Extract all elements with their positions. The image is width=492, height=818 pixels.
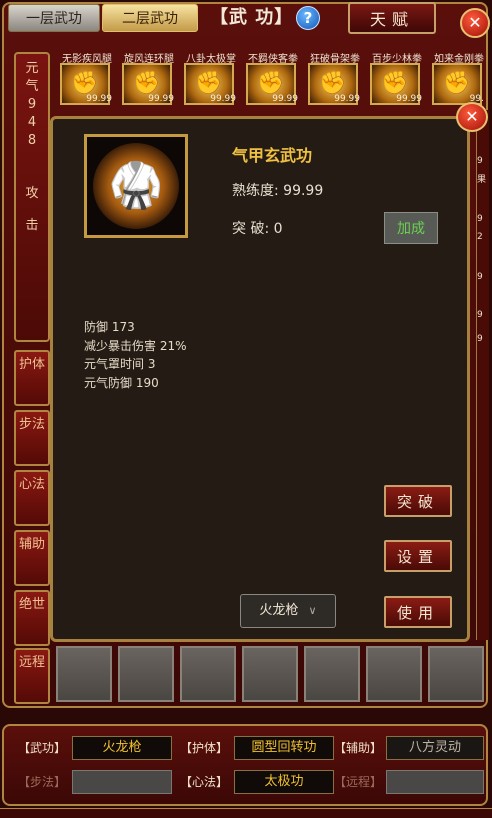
skill-slot[interactable]: 八卦太极掌 ✊ 99.99: [180, 50, 238, 108]
settings-button[interactable]: 设置: [384, 540, 452, 572]
empty-slot[interactable]: [304, 646, 360, 702]
skill-slot[interactable]: 旋风连环腿 ✊ 99.99: [118, 50, 176, 108]
stat-line: 元气罩时间 3: [84, 357, 156, 371]
right-edge-number: 9: [477, 156, 483, 166]
slot-row: [56, 646, 488, 704]
equip-label-huti: 【护体】: [180, 741, 229, 755]
equip-label-bufa: 【步法】: [18, 775, 67, 789]
skill-slot[interactable]: 无影疾风腿 ✊ 99.99: [56, 50, 114, 108]
skill-slot[interactable]: 不羁侠客拳 ✊ 99.99: [242, 50, 300, 108]
proficiency-text: 熟练度: 99.99: [232, 183, 324, 199]
yuanqi-char: 9: [27, 97, 37, 112]
skill-slot[interactable]: 狂破骨架拳 ✊ 99.99: [304, 50, 362, 108]
equip-label-wugong: 【武功】: [18, 741, 67, 755]
stat-line: 防御 173: [84, 320, 135, 334]
skill-value: 99.99: [86, 94, 112, 104]
right-edge-number: 9: [477, 272, 483, 282]
equip-value-bufa[interactable]: [72, 770, 172, 794]
equip-value-wugong[interactable]: 火龙枪: [72, 736, 172, 760]
weapon-select[interactable]: 火龙枪 ∨: [240, 594, 336, 628]
close-icon[interactable]: ✕: [456, 102, 488, 132]
empty-slot[interactable]: [366, 646, 422, 702]
skill-value: 99.99: [148, 94, 174, 104]
equip-label-xinfa: 【心法】: [180, 775, 229, 789]
right-edge-number: 果: [477, 175, 487, 185]
right-edge-number: 9: [477, 334, 483, 344]
sidebar-item-fuzhu[interactable]: 辅助: [14, 530, 50, 586]
right-edge-number: 9: [477, 214, 483, 224]
equip-value-fuzhu[interactable]: 八方灵动: [386, 736, 484, 760]
close-icon[interactable]: ✕: [460, 8, 490, 38]
skill-slot[interactable]: 百步少林拳 ✊ 99.99: [366, 50, 424, 108]
equip-value-xinfa[interactable]: 太极功: [234, 770, 334, 794]
tab-layer-one[interactable]: 一层武功: [8, 4, 100, 32]
skill-slot[interactable]: 如来金刚拳 ✊ 99.: [428, 50, 486, 108]
empty-slot[interactable]: [56, 646, 112, 702]
attack-char: 攻: [25, 186, 39, 201]
skill-strip: 无影疾风腿 ✊ 99.99 旋风连环腿 ✊ 99.99 八卦太极掌 ✊ 99.9…: [56, 50, 486, 108]
equipment-row: 【步法】 【心法】 太极功 【远程】: [18, 770, 484, 794]
equip-value-huti[interactable]: 圆型回转功: [234, 736, 334, 760]
equip-label-yuancheng: 【远程】: [334, 775, 383, 789]
sidebar-item-bufa[interactable]: 步法: [14, 410, 50, 466]
sidebar-item-xinfa[interactable]: 心法: [14, 470, 50, 526]
empty-slot[interactable]: [428, 646, 484, 702]
empty-slot[interactable]: [242, 646, 298, 702]
yuanqi-char: 气: [25, 79, 39, 94]
yuanqi-char: 8: [27, 133, 37, 148]
sidebar-item-yuancheng[interactable]: 远程: [14, 648, 50, 704]
yuanqi-char: 4: [27, 115, 37, 130]
equip-label-fuzhu: 【辅助】: [334, 741, 383, 755]
equip-value-yuancheng[interactable]: [386, 770, 484, 794]
page-title: 【武 功】: [210, 7, 294, 28]
right-edge-column: [476, 110, 489, 640]
tianfu-button[interactable]: 天赋: [348, 2, 436, 34]
yuanqi-char: 元: [25, 61, 39, 76]
breakthrough-text: 突 破: 0: [232, 221, 283, 237]
skill-value: 99.99: [396, 94, 422, 104]
help-icon[interactable]: ?: [296, 6, 320, 30]
stat-line: 元气防御 190: [84, 375, 159, 390]
chevron-down-icon: ∨: [308, 604, 317, 617]
attack-char: 击: [25, 218, 39, 233]
empty-slot[interactable]: [118, 646, 174, 702]
sidebar-item-jueshi[interactable]: 绝世: [14, 590, 50, 646]
right-edge-number: 2: [477, 232, 483, 242]
skill-title: 气甲玄武功: [232, 146, 313, 165]
equipment-panel: 【武功】 火龙枪 【护体】 圆型回转功 【辅助】 八方灵动 【步法】 【心法】 …: [2, 724, 488, 806]
martial-artist-icon: 🥋: [93, 143, 179, 229]
sidebar-attack[interactable]: 元 气 9 4 8 攻 击: [14, 52, 50, 342]
empty-slot[interactable]: [180, 646, 236, 702]
skill-portrait: 🥋: [84, 134, 188, 238]
sidebar-item-huti[interactable]: 护体: [14, 350, 50, 406]
skill-value: 99.99: [210, 94, 236, 104]
equipment-row: 【武功】 火龙枪 【护体】 圆型回转功 【辅助】 八方灵动: [18, 736, 484, 760]
skill-value: 99.99: [334, 94, 360, 104]
tab-layer-two[interactable]: 二层武功: [102, 4, 198, 32]
use-button[interactable]: 使用: [384, 596, 452, 628]
weapon-select-value: 火龙枪: [259, 603, 299, 618]
stats-list: 防御 173 减少暴击伤害 21% 元气罩时间 3 元气防御 190: [84, 318, 187, 392]
break-button[interactable]: 突破: [384, 485, 452, 517]
skill-value: 99.99: [272, 94, 298, 104]
right-edge-number: 9: [477, 310, 483, 320]
stat-line: 减少暴击伤害 21%: [84, 338, 187, 353]
bonus-button[interactable]: 加成: [384, 212, 438, 244]
